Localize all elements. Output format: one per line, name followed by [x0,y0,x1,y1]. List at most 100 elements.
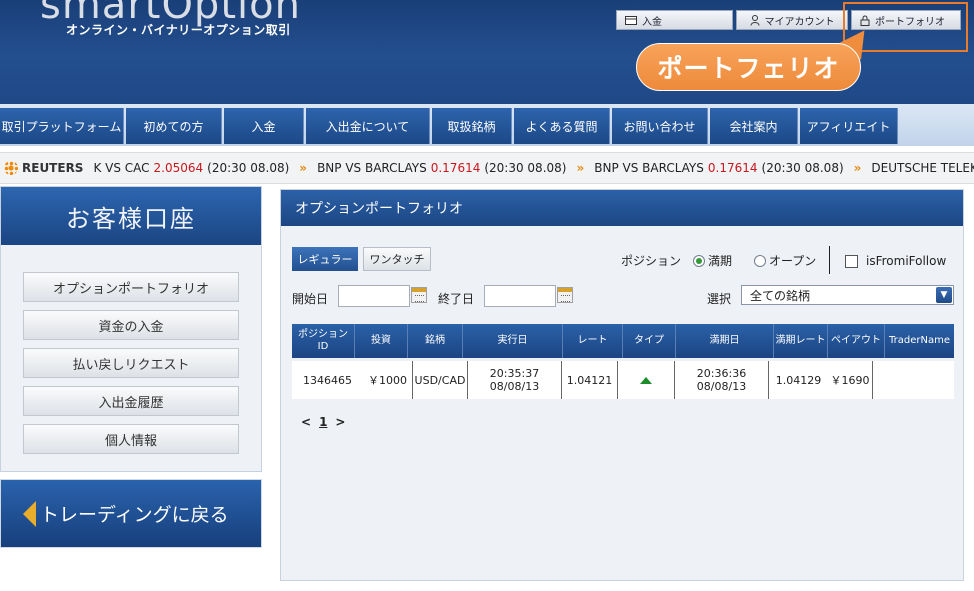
position-label: ポジション [621,254,682,268]
nav-item-deposit[interactable]: 入金 [224,108,304,144]
col-rate: レート [563,324,623,358]
calendar-icon[interactable] [411,287,427,303]
ticker-separator-icon: » [299,161,308,175]
sidebar-menu: オプションポートフォリオ 資金の入金 払い戻しリクエスト 入出金履歴 個人情報 [23,272,239,454]
cell-position-id: 1346465 [303,373,352,387]
ticker-item: DEUTSCHE TELEKOM [871,161,974,175]
back-arrow-icon [23,500,36,527]
ticker-separator-icon: » [853,161,862,175]
start-date-input[interactable] [338,285,410,307]
select-label: 選択 [707,292,732,306]
radio-expired-label: 満期 [708,254,733,268]
back-to-trading-label: トレーディングに戻る [40,504,229,526]
col-investment: 投資 [355,324,408,358]
ticker-time: (20:30 08.08) [761,161,844,175]
col-exp-rate: 満期レート [774,324,828,358]
start-date-label: 開始日 [292,292,329,306]
nav-item-affiliate[interactable]: アフィリエイト [800,108,898,144]
exec-date: 08/08/13 [489,380,540,393]
main-nav: 取引プラットフォーム 初めての方 入金 入出金について 取扱銘柄 よくある質問 … [0,104,974,146]
end-date-input[interactable] [484,285,556,307]
reuters-brand: REUTERS [0,161,83,175]
pager-page-1[interactable]: 1 [319,415,327,429]
col-exp-date: 満期日 [676,324,774,358]
tab-one-touch[interactable]: ワンタッチ [363,247,431,271]
sidebar-item-option-portfolio[interactable]: オプションポートフォリオ [23,272,239,302]
isfromifollow-checkbox[interactable] [845,255,858,268]
site-header: smartOption オンライン・バイナリーオプション取引 入金 マイアカウン… [0,0,974,104]
ticker-item: K VS CAC 2.05064 (20:30 08.08) [93,161,289,175]
table-header: ポジション ID 投資 銘柄 実行日 レート タイプ 満期日 満期レート ペイア… [292,324,954,358]
ticker-pair: BNP VS BARCLAYS [317,161,427,175]
exp-date: 08/08/13 [696,380,747,393]
cell-investment: ￥1000 [368,373,407,387]
cell-type [617,361,674,399]
up-arrow-icon [640,376,652,384]
sidebar-item-transaction-history[interactable]: 入出金履歴 [23,386,239,416]
col-payout: ペイアウト [828,324,885,358]
col-exec-date: 実行日 [463,324,563,358]
col-asset: 銘柄 [408,324,463,358]
portfolio-table: ポジション ID 投資 銘柄 実行日 レート タイプ 満期日 満期レート ペイア… [292,324,954,399]
cell-exp-rate: 1.04129 [768,361,828,399]
ticker-time: (20:30 08.08) [207,161,290,175]
ticker-separator-icon: » [576,161,585,175]
sidebar-item-personal-info[interactable]: 個人情報 [23,424,239,454]
cell-exec-date: 20:35:37 08/08/13 [467,361,561,399]
nav-item-contact[interactable]: お問い合わせ [612,108,708,144]
cell-trader-name [872,361,954,399]
asset-select[interactable]: 全ての銘柄 ▼ [741,285,954,305]
sidebar-item-deposit-funds[interactable]: 資金の入金 [23,310,239,340]
ticker-item: BNP VS BARCLAYS 0.17614 (20:30 08.08) [317,161,566,175]
reuters-logo-icon [4,161,18,175]
deposit-button[interactable]: 入金 [616,10,733,30]
sidebar-title: お客様口座 [1,187,261,245]
chevron-down-icon: ▼ [936,287,952,303]
nav-item-faq[interactable]: よくある質問 [514,108,610,144]
radio-open[interactable]: オープン [754,252,816,269]
pager-prev[interactable]: < [301,415,311,429]
my-account-button[interactable]: マイアカウント [736,10,848,30]
cell-payout: ￥1690 [830,373,870,387]
nav-item-company[interactable]: 会社案内 [710,108,798,144]
col-trader-name: TraderName [889,335,950,346]
nav-item-beginners[interactable]: 初めての方 [126,108,222,144]
ticker-item: BNP VS BARCLAYS 0.17614 (20:30 08.08) [594,161,843,175]
col-type: タイプ [623,324,676,358]
ticker-pair: DEUTSCHE TELEKOM [871,161,974,175]
reuters-label: REUTERS [22,161,84,175]
nav-items: 取引プラットフォーム 初めての方 入金 入出金について 取扱銘柄 よくある質問 … [0,108,898,144]
ticker-pair: BNP VS BARCLAYS [594,161,704,175]
cell-exp-date: 20:36:36 08/08/13 [674,361,768,399]
exp-time: 20:36:36 [696,367,747,380]
radio-open-label: オープン [769,254,817,268]
pager-next[interactable]: > [335,415,345,429]
user-icon [750,14,759,26]
panel-title: オプションポートフォリオ [281,190,963,226]
nav-item-deposit-withdrawal[interactable]: 入出金について [306,108,430,144]
radio-checked-icon [693,254,705,267]
back-to-trading-button[interactable]: トレーディングに戻る [0,479,262,548]
portfolio-panel: オプションポートフォリオ レギュラー ワンタッチ ポジション 満期 オープン i… [280,189,964,581]
asset-select-value: 全ての銘柄 [750,288,811,303]
ticker-value: 0.17614 [707,161,758,175]
tab-regular[interactable]: レギュラー [292,247,358,271]
ticker-pair: K VS CAC [93,161,150,175]
divider [829,246,830,274]
sidebar-item-withdrawal-request[interactable]: 払い戻しリクエスト [23,348,239,378]
radio-expired[interactable]: 満期 [693,252,732,269]
my-account-label: マイアカウント [764,16,835,28]
calendar-icon[interactable] [557,287,573,303]
cell-rate: 1.04121 [561,361,617,399]
pagination: < 1 > [301,415,345,429]
cell-asset: USD/CAD [412,361,467,399]
tagline: オンライン・バイナリーオプション取引 [66,23,291,37]
exec-time: 20:35:37 [489,367,540,380]
ticker-value: 2.05064 [153,161,204,175]
price-ticker: REUTERS K VS CAC 2.05064 (20:30 08.08) » B… [0,152,974,184]
nav-item-assets[interactable]: 取扱銘柄 [432,108,512,144]
radio-unchecked-icon [754,254,766,267]
table-row: 1346465 ￥1000 USD/CAD 20:35:37 08/08/13 … [292,361,954,399]
nav-item-platform[interactable]: 取引プラットフォーム [0,108,124,144]
card-icon [625,15,637,25]
